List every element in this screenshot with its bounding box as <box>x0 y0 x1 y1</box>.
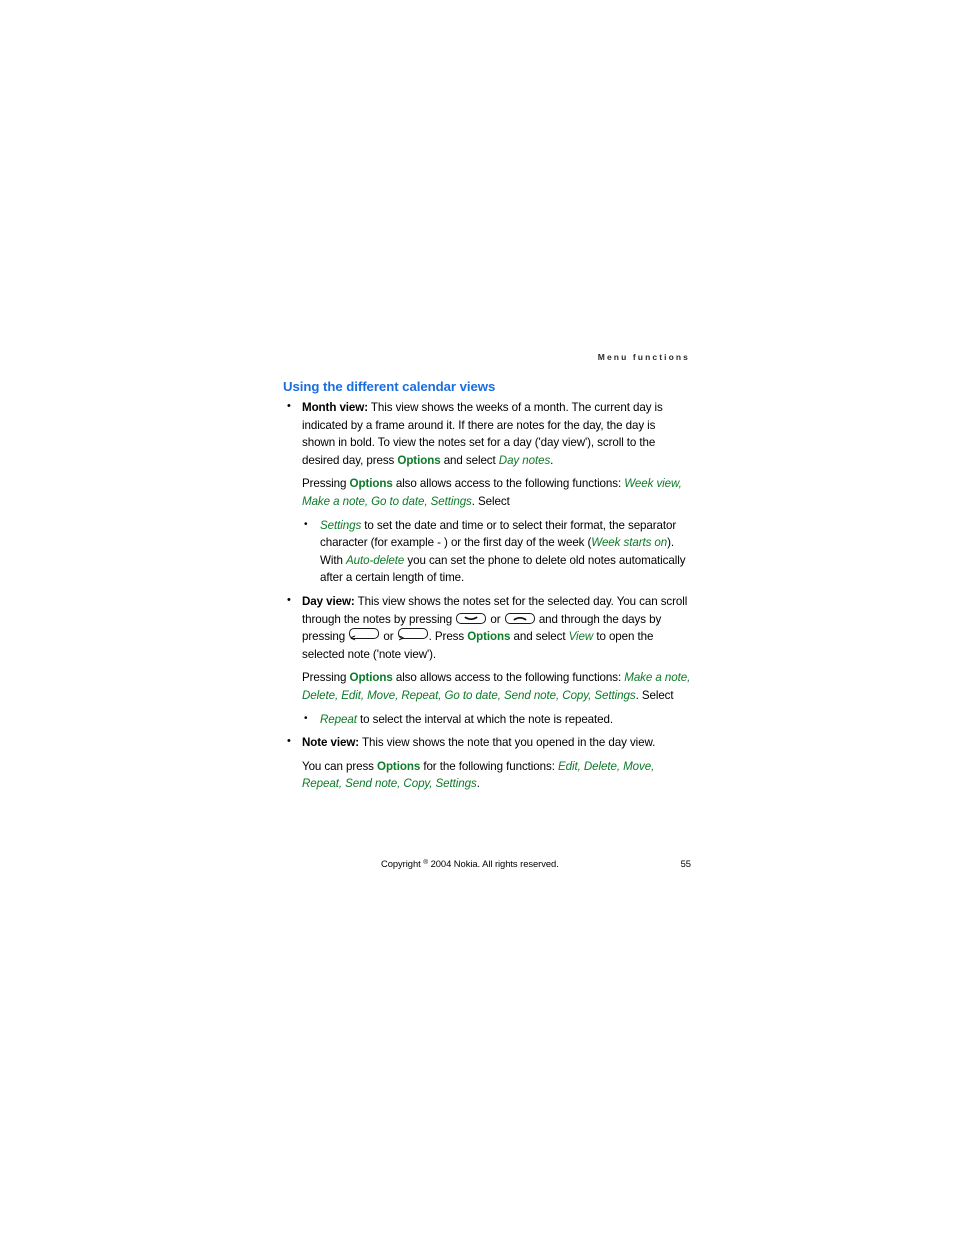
month-view-paragraph: Month view: This view shows the weeks of… <box>302 399 691 469</box>
pressing-text: Pressing <box>302 477 350 491</box>
copyright-notice: Copyright ® 2004 Nokia. All rights reser… <box>381 858 559 869</box>
month-view-options-paragraph: Pressing Options also allows access to t… <box>302 475 691 510</box>
copyright-post: 2004 Nokia. All rights reserved. <box>428 858 559 869</box>
options-keyword: Options <box>377 759 421 773</box>
pressing-text: Pressing <box>302 671 350 685</box>
repeat-text: to select the interval at which the note… <box>356 712 614 726</box>
list-item-repeat: Repeat to select the interval at which t… <box>302 710 691 729</box>
you-can-press-text: You can press <box>302 759 378 773</box>
options-post-text: . Select <box>471 494 510 508</box>
options-post-text: . Select <box>635 688 674 702</box>
month-view-label: Month view: <box>302 401 368 414</box>
list-item-note-view: Note view: This view shows the note that… <box>283 733 691 793</box>
list-item-month-view: Month view: This view shows the weeks of… <box>283 398 691 587</box>
repeat-term: Repeat <box>320 712 357 726</box>
right-chevron-icon: > <box>398 633 404 644</box>
calendar-views-list: Month view: This view shows the weeks of… <box>283 398 691 793</box>
options-keyword: Options <box>349 477 393 491</box>
day-view-paragraph: Day view: This view shows the notes set … <box>302 593 691 663</box>
month-view-sub-list: Settings to set the date and time or to … <box>302 516 691 587</box>
note-view-paragraph: Note view: This view shows the note that… <box>302 734 691 752</box>
options-keyword: Options <box>349 671 393 685</box>
options-mid-text: for the following functions: <box>420 759 558 773</box>
day-view-or-2: or <box>380 630 397 644</box>
month-view-body-3: . <box>550 453 554 467</box>
view-term: View <box>568 630 594 644</box>
settings-term: Settings <box>320 518 362 532</box>
day-notes-term: Day notes <box>498 453 551 467</box>
running-header: Menu functions <box>597 352 690 362</box>
page-title: Using the different calendar views <box>283 379 496 394</box>
right-arrow-key-icon: > <box>397 628 428 643</box>
settings-paragraph: Settings to set the date and time or to … <box>320 517 691 587</box>
day-view-options-paragraph: Pressing Options also allows access to t… <box>302 669 691 704</box>
options-keyword: Options <box>397 453 441 467</box>
page-footer: Copyright ® 2004 Nokia. All rights reser… <box>283 858 691 869</box>
list-item-day-view: Day view: This view shows the notes set … <box>283 592 691 729</box>
day-view-or-1: or <box>487 612 504 626</box>
note-view-label: Note view: <box>302 736 360 750</box>
month-view-body-2: and select <box>440 453 499 467</box>
repeat-paragraph: Repeat to select the interval at which t… <box>320 711 691 729</box>
day-view-body-4: and select <box>510 630 569 644</box>
scroll-down-key-icon <box>456 612 487 624</box>
options-mid-text: also allows access to the following func… <box>392 477 625 491</box>
day-view-label: Day view: <box>302 594 355 608</box>
page-number: 55 <box>680 858 691 869</box>
left-arrow-key-icon: < <box>349 628 380 643</box>
document-page: Menu functions Using the different calen… <box>283 352 691 793</box>
auto-delete-term: Auto-delete <box>345 553 405 567</box>
options-post-text: . <box>476 777 480 791</box>
copyright-pre: Copyright <box>381 858 424 869</box>
week-starts-on-term: Week starts on <box>591 536 668 550</box>
day-view-body-3: . Press <box>428 630 468 644</box>
options-mid-text: also allows access to the following func… <box>392 671 625 685</box>
left-chevron-icon: < <box>350 633 356 644</box>
scroll-up-key-icon <box>504 612 535 624</box>
list-item-settings: Settings to set the date and time or to … <box>302 516 691 587</box>
day-view-sub-list: Repeat to select the interval at which t… <box>302 710 691 729</box>
options-keyword: Options <box>467 630 511 644</box>
note-view-options-paragraph: You can press Options for the following … <box>302 758 691 793</box>
note-view-body-1: This view shows the note that you opened… <box>359 736 656 750</box>
